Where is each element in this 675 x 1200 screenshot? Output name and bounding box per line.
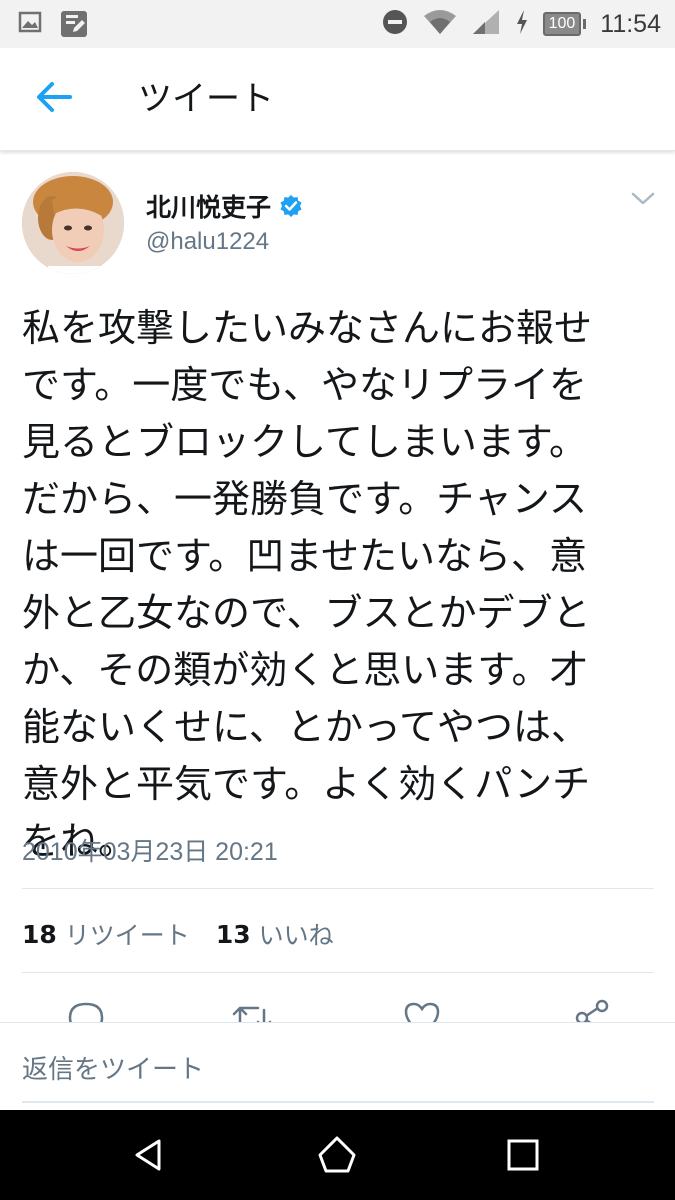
retweet-count[interactable]: 18 bbox=[22, 920, 57, 949]
status-left bbox=[18, 10, 88, 42]
back-arrow-icon bbox=[34, 80, 74, 118]
clock: 11:54 bbox=[600, 9, 661, 38]
back-button[interactable] bbox=[26, 74, 82, 124]
status-right: 100 11:54 bbox=[381, 6, 661, 42]
more-options-chevron-down-icon[interactable] bbox=[630, 190, 656, 208]
avatar[interactable] bbox=[22, 172, 124, 274]
author-name[interactable]: 北川悦吏子 bbox=[146, 188, 271, 224]
nav-recents-icon[interactable] bbox=[500, 1132, 546, 1178]
battery-nub bbox=[583, 19, 587, 29]
reply-underline bbox=[22, 1101, 654, 1103]
nav-home-icon[interactable] bbox=[314, 1132, 360, 1178]
page-title: ツイート bbox=[138, 79, 274, 119]
nav-back-icon[interactable] bbox=[126, 1132, 172, 1178]
edit-icon bbox=[60, 10, 88, 42]
wifi-icon bbox=[423, 8, 457, 40]
verified-badge-icon bbox=[279, 194, 303, 218]
app-toolbar: ツイート bbox=[0, 48, 675, 151]
tweet-stats: 18 リツイート 13 いいね bbox=[22, 916, 360, 952]
do-not-disturb-icon bbox=[381, 8, 409, 40]
battery-level: 100 bbox=[542, 12, 582, 36]
signal-icon bbox=[471, 8, 501, 40]
like-count[interactable]: 13 bbox=[216, 920, 251, 949]
author-row: 北川悦吏子 bbox=[146, 188, 303, 224]
reply-input[interactable]: 返信をツイート bbox=[22, 1049, 204, 1086]
retweet-label[interactable]: リツイート bbox=[65, 916, 190, 952]
charging-icon bbox=[515, 8, 529, 40]
status-bar: 100 11:54 bbox=[0, 0, 675, 48]
tweet-text: 私を攻撃したいみなさんにお報せ です。一度でも、やなリプライを 見るとブロックし… bbox=[22, 306, 593, 863]
reply-composer[interactable]: 返信をツイート bbox=[0, 1022, 675, 1111]
like-label[interactable]: いいね bbox=[259, 916, 334, 952]
image-icon bbox=[18, 10, 42, 42]
divider bbox=[22, 888, 654, 889]
system-nav-bar bbox=[0, 1110, 675, 1200]
tweet-timestamp: 2010年03月23日 20:21 bbox=[22, 838, 278, 866]
author-handle[interactable]: @halu1224 bbox=[146, 228, 269, 256]
battery-indicator: 100 bbox=[542, 12, 587, 36]
divider bbox=[22, 972, 654, 973]
